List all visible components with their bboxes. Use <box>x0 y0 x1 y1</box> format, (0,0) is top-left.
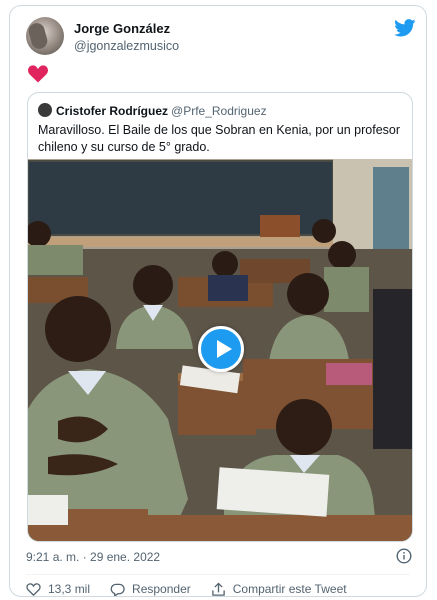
quoted-author-handle: @Prfe_Rodriguez <box>171 104 267 118</box>
video-player[interactable] <box>28 159 412 541</box>
tweet-header: Jorge González @jgonzalezmusico <box>26 17 416 57</box>
share-label: Compartir este Tweet <box>232 582 347 596</box>
quoted-tweet-header: Cristofer Rodríguez @Prfe_Rodriguez <box>38 102 267 120</box>
author-name[interactable]: Jorge González <box>74 21 170 36</box>
quoted-tweet-text: Maravilloso. El Baile de los que Sobran … <box>38 123 401 154</box>
heart-outline-icon <box>26 582 41 596</box>
reply-bubble-icon <box>110 583 125 596</box>
share-upload-icon <box>211 582 225 596</box>
reply-button[interactable]: Responder <box>110 582 191 596</box>
author-handle[interactable]: @jgonzalezmusico <box>74 39 179 53</box>
play-button[interactable] <box>198 326 244 372</box>
tweet-timestamp[interactable]: 9:21 a. m. · 29 ene. 2022 <box>26 550 160 564</box>
quoted-author-name: Cristofer Rodríguez <box>56 104 169 118</box>
quoted-author-avatar <box>38 103 52 117</box>
quoted-tweet[interactable]: Cristofer Rodríguez @Prfe_Rodriguez Marav… <box>27 92 413 542</box>
heart-emoji-icon <box>28 65 48 83</box>
tweet-actions: 13,3 mil Responder Compartir este Tweet <box>26 580 367 596</box>
share-button[interactable]: Compartir este Tweet <box>211 582 347 596</box>
like-button[interactable]: 13,3 mil <box>26 582 91 596</box>
divider <box>26 574 410 575</box>
play-icon <box>217 340 232 358</box>
twitter-bird-icon[interactable] <box>394 19 416 37</box>
like-count: 13,3 mil <box>48 582 91 596</box>
author-avatar[interactable] <box>26 17 64 55</box>
tweet-card: Jorge González @jgonzalezmusico Cristofe… <box>9 5 427 597</box>
info-icon[interactable] <box>396 548 412 564</box>
reply-label: Responder <box>132 582 191 596</box>
